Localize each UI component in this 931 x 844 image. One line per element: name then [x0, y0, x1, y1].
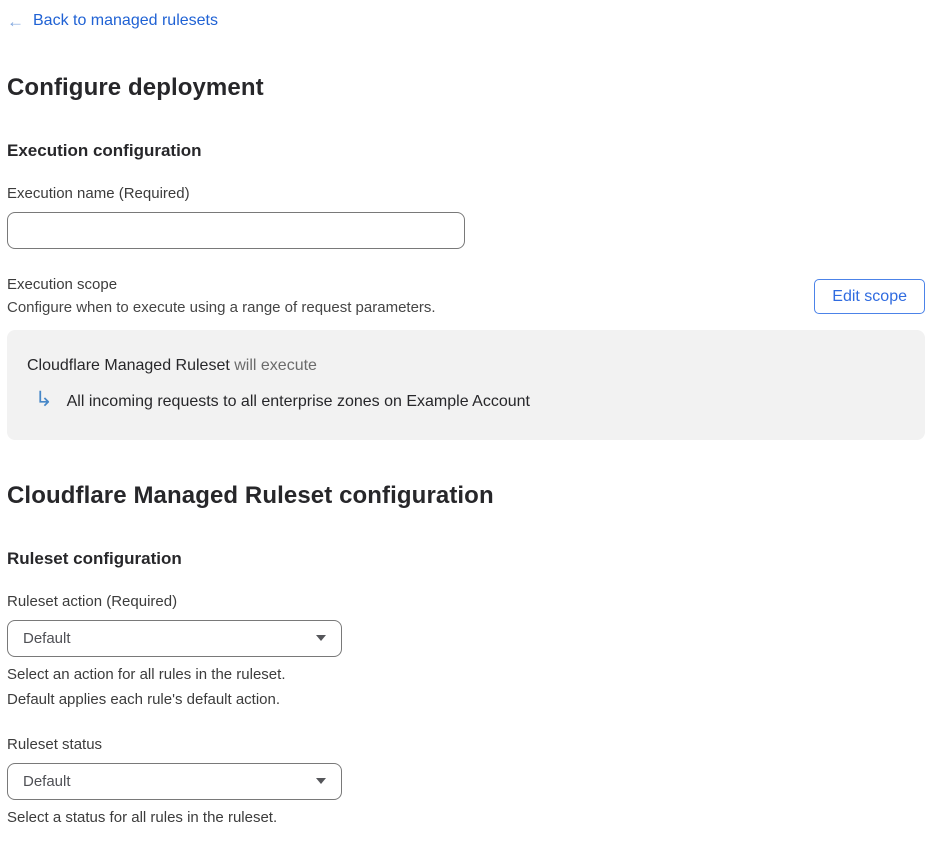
- execution-name-label: Execution name (Required): [7, 184, 190, 202]
- section-title-execution-configuration: Execution configuration: [7, 140, 202, 160]
- ruleset-action-label: Ruleset action (Required): [7, 592, 178, 610]
- execution-scope-texts: Execution scope Configure when to execut…: [7, 274, 436, 320]
- back-link-label: Back to managed rulesets: [33, 12, 218, 29]
- ruleset-status-help: Select a status for all rules in the rul…: [7, 805, 919, 830]
- scope-summary-panel: Cloudflare Managed Ruleset will execute …: [7, 329, 925, 440]
- back-to-managed-rulesets-link[interactable]: ← Back to managed rulesets: [7, 12, 218, 30]
- ruleset-action-select[interactable]: Default: [7, 619, 342, 657]
- ruleset-name-text: Cloudflare Managed Ruleset: [27, 356, 230, 374]
- execution-scope-row: Execution scope Configure when to execut…: [7, 274, 925, 320]
- will-execute-text: will execute: [229, 356, 317, 374]
- scope-summary-headline: Cloudflare Managed Ruleset will execute: [27, 355, 905, 377]
- ruleset-configuration-title: Cloudflare Managed Ruleset configuration: [7, 481, 494, 509]
- configure-deployment-page: ← Back to managed rulesets Configure dep…: [0, 0, 925, 844]
- ruleset-status-value: Default: [23, 772, 71, 790]
- ruleset-action-help-line-2: Default applies each rule's default acti…: [7, 690, 281, 708]
- scope-summary-detail: ↳ All incoming requests to all enterpris…: [27, 388, 905, 414]
- branch-arrow-icon: ↳: [35, 388, 53, 412]
- ruleset-status-help-line: Select a status for all rules in the rul…: [7, 808, 278, 826]
- back-arrow-icon: ←: [7, 11, 24, 31]
- scope-summary-text: All incoming requests to all enterprise …: [66, 392, 530, 410]
- ruleset-action-value: Default: [23, 629, 71, 647]
- chevron-down-icon: [316, 778, 326, 785]
- edit-scope-button[interactable]: Edit scope: [814, 279, 925, 315]
- ruleset-action-help: Select an action for all rules in the ru…: [7, 662, 919, 712]
- ruleset-action-help-line-1: Select an action for all rules in the ru…: [7, 665, 286, 683]
- ruleset-status-label: Ruleset status: [7, 735, 103, 753]
- execution-name-input[interactable]: [7, 211, 465, 249]
- page-title: Configure deployment: [7, 73, 264, 101]
- section-title-ruleset-configuration: Ruleset configuration: [7, 548, 182, 568]
- execution-scope-description: Configure when to execute using a range …: [7, 298, 436, 316]
- execution-scope-label: Execution scope: [7, 275, 118, 293]
- chevron-down-icon: [316, 635, 326, 642]
- ruleset-status-select[interactable]: Default: [7, 762, 342, 800]
